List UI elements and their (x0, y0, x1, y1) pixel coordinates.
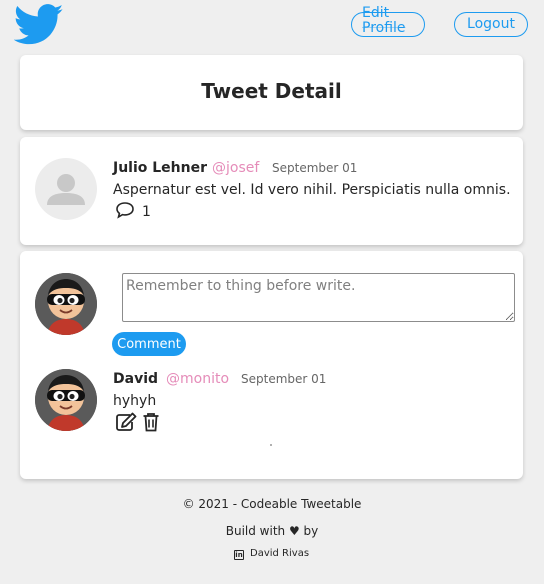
edit-profile-label: Edit Profile (362, 5, 406, 36)
page-title: Tweet Detail (201, 79, 342, 103)
avatar[interactable] (35, 158, 97, 220)
viewport-edge (544, 0, 552, 584)
tweet-author-handle[interactable]: @josef (212, 160, 259, 176)
page: Edit Profile Logout Tweet Detail Julio L… (0, 0, 544, 584)
footer-build-with: Build with ♥ by (225, 524, 319, 538)
edit-icon[interactable] (115, 412, 137, 432)
title-card: Tweet Detail (20, 55, 523, 130)
comment-input[interactable] (122, 273, 515, 322)
twitter-bird-icon[interactable] (14, 4, 64, 46)
divider-dot (270, 444, 272, 446)
linkedin-icon: in (234, 550, 244, 560)
comment-author-handle[interactable]: @monito (166, 371, 229, 387)
footer-author-name: David Rivas (250, 548, 310, 559)
comment-button[interactable]: Comment (112, 332, 186, 356)
comment-date: September 01 (241, 372, 327, 386)
comment-author-name[interactable]: David (113, 371, 158, 387)
avatar-image (35, 369, 97, 431)
tweet-date: September 01 (272, 161, 358, 175)
current-user-avatar[interactable] (35, 273, 97, 335)
tweet-card: Julio Lehner @josef September 01 Asperna… (20, 137, 523, 245)
comments-card: Comment David @monito September 01 hyhyh (20, 251, 523, 479)
avatar-image (35, 273, 97, 335)
tweet-author-name[interactable]: Julio Lehner (113, 160, 207, 176)
comment-author-avatar[interactable] (35, 369, 97, 431)
comment-text: hyhyh (113, 393, 157, 409)
edit-profile-button[interactable]: Edit Profile (351, 6, 425, 37)
speech-bubble-icon[interactable] (115, 201, 135, 219)
default-user-icon (47, 174, 85, 205)
logout-button[interactable]: Logout (454, 12, 528, 37)
trash-icon[interactable] (142, 412, 160, 432)
comment-count: 1 (142, 204, 151, 220)
footer-copyright: © 2021 - Codeable Tweetable (182, 497, 362, 511)
footer-author-link[interactable]: in David Rivas (234, 548, 309, 560)
tweet-text: Aspernatur est vel. Id vero nihil. Persp… (113, 182, 511, 198)
